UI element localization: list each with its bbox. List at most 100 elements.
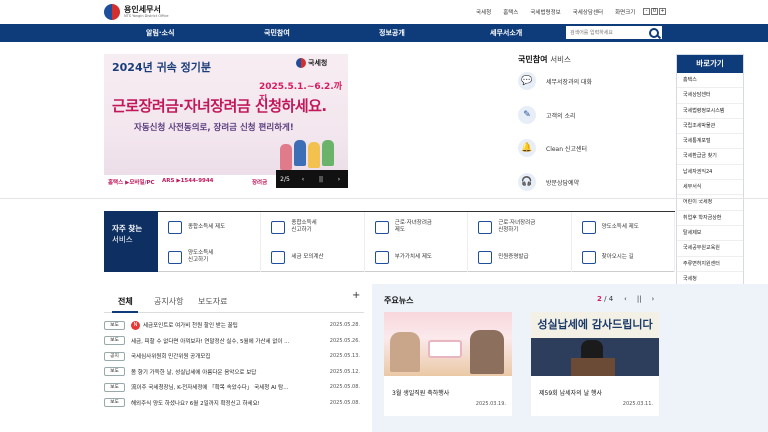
logo-title: 용인세무서 [124, 5, 161, 14]
major-pause-button[interactable]: || [637, 295, 642, 303]
service-icon [271, 250, 286, 264]
news-row[interactable]: 보도 流이주 국세청장님, K-전자세정에 「확목 속았수다」 국세청 AI 탐.… [104, 380, 360, 394]
util-link-counsel[interactable]: 국세상담센터 [573, 8, 603, 16]
nav-item-about[interactable]: 세무서소개 [490, 24, 522, 42]
quick-link-item[interactable]: 국세상담센터 [677, 88, 743, 104]
favorite-service-label: 종합소득세 제도 [188, 223, 226, 230]
banner-prev-button[interactable]: ‹ [294, 176, 312, 183]
quick-link-item[interactable]: 취업후 학자금상환 [677, 211, 743, 226]
news-title: 국세심사위원회 민간위원 공개모집 [131, 354, 211, 360]
citizen-item-clean[interactable]: 🔔 Clean 신고센터 [518, 139, 587, 157]
site-logo[interactable]: 용인세무서 NTS Yongin District Office [104, 4, 169, 20]
quick-link-item[interactable]: 국세법령정보시스템 [677, 104, 743, 119]
news-category-badge: 보도 [104, 398, 125, 407]
banner-pause-button[interactable]: || [312, 176, 330, 183]
zoom-in-button[interactable]: + [659, 8, 666, 15]
major-news-controls: ‹ || › [624, 295, 654, 303]
news-date: 2025.05.28. [329, 322, 360, 328]
service-icon [478, 250, 493, 264]
news-category-badge: 보도 [104, 367, 125, 376]
major-next-button[interactable]: › [652, 295, 655, 303]
banner-year: 2024년 귀속 정기분 [112, 61, 211, 74]
quick-link-item[interactable]: 국립조세박물관 [677, 119, 743, 135]
news-date: 2025.05.08. [329, 399, 360, 406]
nav-item-news[interactable]: 알림·소식 [146, 24, 174, 42]
tab-notice[interactable]: 공지사항 [154, 296, 183, 307]
banner-next-button[interactable]: › [330, 176, 348, 183]
screen-size-label: 화면크기 [615, 10, 636, 16]
search-icon[interactable] [649, 27, 659, 38]
favorite-service-label: 종합소득세 신고하기 [291, 220, 317, 233]
favorite-service-label: 찾아오시는 길 [601, 253, 634, 260]
banner-headline: 근로장려금·자녀장려금 신청하세요. [112, 97, 327, 115]
citizen-item-label: 고객의 소리 [546, 112, 576, 120]
major-prev-button[interactable]: ‹ [624, 295, 627, 303]
utility-links: 국세청 홈택스 국세법령정보 국세상담센터 화면크기 [476, 8, 635, 16]
person-illustration [308, 142, 320, 168]
news-row[interactable]: 공지 국세심사위원회 민간위원 공개모집 2025.05.13. [104, 349, 360, 363]
favorite-service-item[interactable]: 양도소득세 제도 [572, 212, 675, 242]
quick-link-item[interactable]: 홈택스 [677, 73, 743, 89]
news-title: 流이주 국세청장님, K-전자세정에 「확목 속았수다」 국세청 AI 탐... [131, 385, 289, 391]
news-card[interactable]: 성실납세에 감사드립니다 제59회 납세자의 날 행사 2025.03.11. [531, 312, 659, 416]
person-illustration [322, 140, 334, 166]
favorite-service-item[interactable]: 민원증명발급 [468, 242, 572, 272]
nts-emblem-icon [104, 4, 120, 20]
more-plus-icon[interactable]: + [352, 290, 360, 301]
banner-footer-hometax: 홈택스 ▶모바일/PC [108, 180, 155, 186]
citizen-item-voice[interactable]: ✎ 고객의 소리 [518, 106, 576, 124]
news-date: 2025.05.13. [329, 353, 360, 359]
news-row[interactable]: 보도 해외주식 양도 하셨나요? 6월 2일까지 확정신고 하세요! 2025.05… [104, 396, 360, 410]
favorite-service-label: 양도소득세 제도 [601, 223, 639, 230]
favorite-service-label: 양도소득세 신고하기 [188, 250, 214, 263]
search-input[interactable] [567, 27, 647, 38]
bell-icon: 🔔 [518, 139, 536, 157]
tab-press[interactable]: 보도자료 [198, 296, 227, 307]
news-category-badge: 보도 [104, 320, 125, 330]
service-icon [168, 220, 182, 234]
quick-links-panel: 바로가기 홈택스 국세상담센터 국세법령정보시스템 국립조세박물관 국세통계포털 국세환급… [676, 54, 744, 318]
news-row[interactable]: 보도 N 세금포인트로 여가비 천원 할인 받는 꿀팁 2025.05.28. [104, 318, 360, 332]
news-card-date: 2025.03.19. [475, 401, 506, 407]
major-news-pager: 2 / 4 [597, 295, 613, 303]
citizen-item-dialogue[interactable]: 💬 세무서장과의 대화 [518, 72, 592, 90]
util-link-hometax[interactable]: 홈택스 [503, 8, 518, 16]
news-card[interactable]: 3월 생일직원 축하행사 2025.03.19. [384, 312, 512, 416]
favorite-service-item[interactable]: 부가가치세 제도 [365, 242, 469, 272]
favorite-service-item[interactable]: 찾아오시는 길 [572, 242, 675, 272]
news-row[interactable]: 보도 봄 향기 가득한 날, 성실납세에 아름다운 음악으로 보답 2025.05.… [104, 365, 360, 379]
news-row[interactable]: 보도 세금, 피할 수 없다면 아껴보자! 연말정산 실수, 5월에 가산세 없이… [104, 334, 360, 348]
citizen-item-visit[interactable]: 🎧 방문상담예약 [518, 173, 579, 191]
news-date: 2025.05.08. [329, 384, 360, 390]
service-icon [581, 250, 596, 264]
pager-current: 2 [597, 295, 602, 303]
service-icon [478, 220, 493, 234]
favorite-service-item[interactable]: 근로·자녀장려금 신청하기 [468, 212, 572, 242]
citizen-title-small: 서비스 [550, 55, 571, 64]
util-link-law[interactable]: 국세법령정보 [530, 8, 560, 16]
nav-item-disclosure[interactable]: 정보공개 [379, 24, 405, 42]
tab-all[interactable]: 전체 [118, 296, 133, 307]
favorite-service-item[interactable]: 종합소득세 제도 [158, 212, 262, 242]
favorite-service-item[interactable]: 양도소득세 신고하기 [158, 242, 262, 272]
favorite-service-item[interactable]: 종합소득세 신고하기 [261, 212, 365, 242]
util-link-nts[interactable]: 국세청 [476, 8, 491, 16]
quick-link-item[interactable]: 주류면허지원센터 [677, 257, 743, 272]
zoom-out-button[interactable]: - [643, 8, 650, 15]
banner-subtext: 자동신청 사전동의로, 장려금 신청 편리하게! [134, 123, 294, 133]
quick-link-item[interactable]: 국세통계포털 [677, 134, 743, 150]
banner-controls: 2/5 ‹ || › [276, 170, 348, 188]
zoom-reset-button[interactable]: 0 [651, 8, 658, 15]
favorite-service-item[interactable]: 세금 모의계산 [261, 242, 365, 272]
quick-link-item[interactable]: 납세자권익24 [677, 165, 743, 181]
quick-link-item[interactable]: 국세공무원교육원 [677, 241, 743, 257]
quick-link-item[interactable]: 국세환급금 찾기 [677, 149, 743, 165]
tab-divider [104, 312, 364, 313]
favorite-service-item[interactable]: 근로·자녀장려금 제도 [365, 212, 469, 242]
banner-footer-ars: ARS ▶1544-9944 [162, 178, 214, 184]
nav-item-participation[interactable]: 국민참여 [264, 24, 290, 42]
quick-link-item[interactable]: 세무서식 [677, 180, 743, 196]
main-banner[interactable]: 2024년 귀속 정기분 국세청 2025.5.1.~6.2.까지 근로장려금·… [104, 54, 348, 188]
major-news-title: 주요뉴스 [384, 296, 414, 305]
quick-link-item[interactable]: 탈세제보 [677, 226, 743, 242]
